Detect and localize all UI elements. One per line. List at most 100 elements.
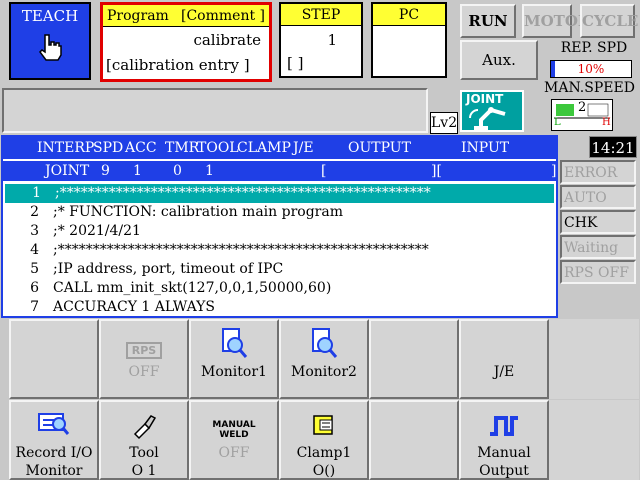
status-check-once: CHK once [560, 210, 636, 253]
manual-output-button[interactable]: Manual Output [459, 400, 549, 480]
status-rps-off: RPS OFF [560, 260, 636, 284]
monitor2-label: Monitor2 [291, 364, 357, 380]
pc-box[interactable]: PC [371, 2, 447, 78]
val-spd: 9 [101, 163, 110, 179]
teach-mode-button[interactable]: TEACH [9, 2, 91, 80]
status-waiting: Waiting [560, 235, 636, 259]
tool-label: Tool [129, 445, 159, 461]
cycle-button[interactable]: CYCLE [580, 4, 638, 38]
joint-mode-button[interactable]: JOINT [460, 90, 524, 132]
rps-icon: RPS [125, 342, 163, 359]
record-io-monitor-button[interactable]: Record I/O Monitor [9, 400, 99, 480]
run-button[interactable]: RUN [460, 4, 516, 38]
manual-weld-label: OFF [218, 445, 250, 461]
manual-weld-icon: MANUAL [212, 420, 256, 430]
clamp1-label: Clamp1 [296, 445, 352, 461]
monitor-magnifier-icon [312, 328, 338, 358]
manual-weld-button[interactable]: MANUAL WELD OFF [189, 400, 279, 480]
program-box[interactable]: Program [Comment ] calibrate [calibration… [100, 2, 272, 82]
function-button-empty-3 [549, 319, 639, 399]
col-tmr: TMR [165, 140, 200, 156]
step-sub: [ ] [287, 54, 304, 72]
je-label: J/E [493, 364, 515, 380]
pulse-output-icon [490, 416, 518, 436]
column-headers: INTERP SPD ACC TMR TOOL CLAMP J/E OUTPUT… [3, 137, 556, 159]
col-interp: INTERP [37, 140, 95, 156]
step-value: 1 [327, 31, 337, 49]
record-magnifier-icon [38, 413, 70, 435]
function-button-empty-4[interactable] [369, 400, 459, 480]
step-header: STEP [281, 4, 361, 26]
rps-button[interactable]: RPS OFF [99, 319, 189, 399]
record-io-sublabel: Monitor [25, 463, 83, 479]
message-bar [2, 88, 428, 133]
monitor2-button[interactable]: Monitor2 [279, 319, 369, 399]
level-indicator: Lv2 [430, 112, 458, 134]
program-header: Program [107, 8, 169, 24]
program-line[interactable]: 2 ;* FUNCTION: calibration main program [3, 203, 556, 222]
col-output: OUTPUT [348, 140, 411, 156]
manual-weld-icon-2: WELD [219, 430, 249, 440]
manual-speed-value: 2 [578, 100, 587, 115]
col-je: J/E [293, 140, 314, 156]
val-interp: JOINT [45, 163, 90, 179]
tool-button[interactable]: Tool O 1 [99, 400, 189, 480]
program-comment: [calibration entry ] [106, 56, 250, 74]
rep-speed-value: 10% [577, 62, 605, 76]
function-button-empty-1[interactable] [9, 319, 99, 399]
program-line[interactable]: 7 ACCURACY 1 ALWAYS [3, 298, 556, 317]
manual-speed-high: H [602, 117, 611, 128]
col-acc: ACC [125, 140, 157, 156]
function-button-empty-5 [549, 400, 639, 480]
val-tool: 1 [205, 163, 214, 179]
col-input: INPUT [461, 140, 510, 156]
val-acc: 1 [133, 163, 142, 179]
monitor1-label: Monitor1 [201, 364, 267, 380]
clamp-icon [313, 415, 333, 435]
program-name: calibrate [193, 31, 261, 49]
teach-label: TEACH [21, 7, 79, 25]
pc-header: PC [373, 4, 445, 26]
monitor1-button[interactable]: Monitor1 [189, 319, 279, 399]
val-output-open: [ [321, 163, 327, 179]
manual-speed-label: MAN.SPEED [544, 80, 635, 96]
clamp1-button[interactable]: Clamp1 O() [279, 400, 369, 480]
col-tool: TOOL [197, 140, 239, 156]
manual-output-label: Manual [477, 445, 531, 461]
program-lines[interactable]: 1 ;**************************************… [3, 184, 556, 317]
monitor-magnifier-icon [222, 328, 248, 358]
status-auto: AUTO [560, 185, 636, 209]
val-input-close: ] [551, 163, 557, 179]
clock: 14:21 [589, 136, 637, 158]
rps-label: OFF [128, 364, 160, 380]
step-values-row[interactable]: JOINT 9 1 0 1 [ ][ ] [3, 161, 556, 181]
status-error: ERROR [560, 160, 636, 184]
manual-output-sublabel: Output [479, 463, 529, 479]
rep-speed-label: REP. SPD [560, 40, 628, 56]
program-panel: INTERP SPD ACC TMR TOOL CLAMP J/E OUTPUT… [1, 135, 558, 318]
program-line[interactable]: 4 ;**************************************… [3, 241, 556, 260]
col-spd: SPD [93, 140, 124, 156]
manual-speed-gauge[interactable]: 2 L H [551, 99, 613, 131]
program-line[interactable]: 1 ;**************************************… [5, 184, 554, 203]
motor-button[interactable]: MOTOR [522, 4, 590, 38]
col-clamp: CLAMP [237, 140, 291, 156]
program-line[interactable]: 6 CALL mm_init_skt(127,0,0,1,50000,60) [3, 279, 556, 298]
manual-speed-low: L [554, 117, 561, 128]
clamp1-value: O() [312, 463, 336, 479]
aux-button[interactable]: Aux. [460, 40, 538, 80]
val-tmr: 0 [173, 163, 182, 179]
je-button[interactable]: J/E [459, 319, 549, 399]
step-box[interactable]: STEP 1 [ ] [279, 2, 363, 78]
tool-icon [133, 415, 157, 440]
hand-icon [39, 34, 62, 61]
comment-header: [Comment ] [181, 8, 265, 24]
program-line[interactable]: 5 ;IP address, port, timeout of IPC [3, 260, 556, 279]
tool-value: O 1 [131, 463, 157, 479]
robot-arm-icon [469, 107, 506, 130]
val-output-close: ][ [431, 163, 442, 179]
record-io-label: Record I/O [15, 445, 93, 461]
function-button-empty-2[interactable] [369, 319, 459, 399]
rep-speed-bar[interactable]: 10% [550, 60, 632, 78]
program-line[interactable]: 3 ;* 2021/4/21 [3, 222, 556, 241]
